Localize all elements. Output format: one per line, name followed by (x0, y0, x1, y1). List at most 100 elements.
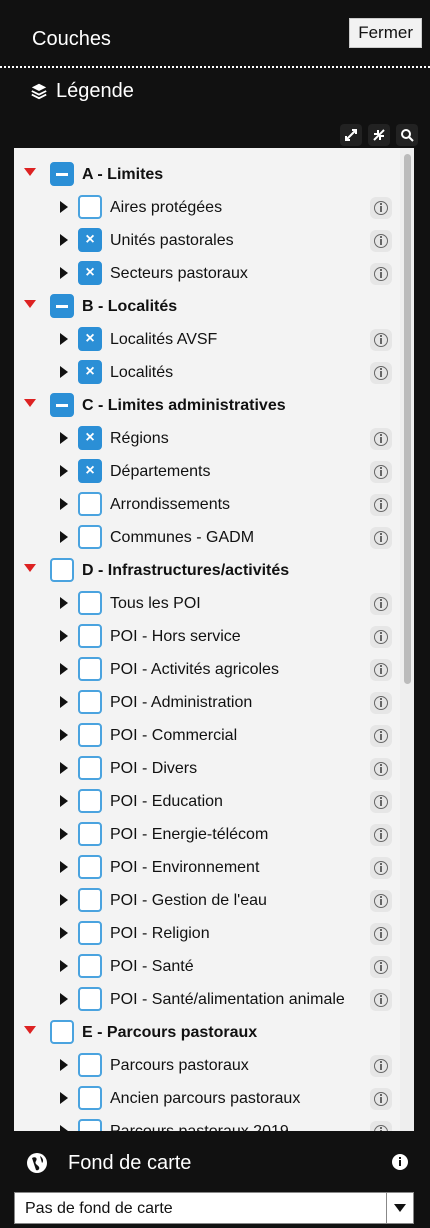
info-button[interactable] (370, 989, 392, 1011)
caret-open-icon[interactable] (24, 168, 36, 176)
caret-closed-icon[interactable] (60, 861, 68, 873)
info-button[interactable] (370, 923, 392, 945)
layer-row[interactable]: Arrondissements (14, 490, 400, 520)
layer-checkbox[interactable] (78, 987, 102, 1011)
info-button[interactable] (370, 428, 392, 450)
caret-closed-icon[interactable] (60, 1125, 68, 1131)
info-button[interactable] (370, 1055, 392, 1077)
chevron-down-icon[interactable] (386, 1193, 413, 1223)
layer-row[interactable]: POI - Education (14, 787, 400, 817)
group-checkbox[interactable] (50, 558, 74, 582)
layer-checkbox[interactable] (78, 789, 102, 813)
info-button[interactable] (370, 758, 392, 780)
layer-checkbox[interactable] (78, 492, 102, 516)
basemap-info-icon[interactable] (392, 1154, 408, 1170)
layer-row[interactable]: Communes - GADM (14, 523, 400, 553)
layer-checkbox[interactable]: × (78, 426, 102, 450)
layer-row[interactable]: Ancien parcours pastoraux (14, 1084, 400, 1114)
info-button[interactable] (370, 593, 392, 615)
caret-closed-icon[interactable] (60, 663, 68, 675)
group-checkbox[interactable] (50, 294, 74, 318)
layer-row[interactable]: Aires protégées (14, 193, 400, 223)
info-button[interactable] (370, 890, 392, 912)
caret-closed-icon[interactable] (60, 729, 68, 741)
caret-closed-icon[interactable] (60, 762, 68, 774)
caret-closed-icon[interactable] (60, 1092, 68, 1104)
layer-checkbox[interactable] (78, 756, 102, 780)
layer-checkbox[interactable] (78, 1053, 102, 1077)
caret-closed-icon[interactable] (60, 993, 68, 1005)
caret-open-icon[interactable] (24, 300, 36, 308)
info-button[interactable] (370, 956, 392, 978)
caret-closed-icon[interactable] (60, 498, 68, 510)
layer-checkbox[interactable]: × (78, 261, 102, 285)
layer-row[interactable]: × Unités pastorales (14, 226, 400, 256)
layer-checkbox[interactable] (78, 723, 102, 747)
info-button[interactable] (370, 626, 392, 648)
caret-closed-icon[interactable] (60, 630, 68, 642)
layer-row[interactable]: POI - Activités agricoles (14, 655, 400, 685)
layer-checkbox[interactable] (78, 195, 102, 219)
layer-checkbox[interactable] (78, 624, 102, 648)
layer-row[interactable]: POI - Santé (14, 952, 400, 982)
info-button[interactable] (370, 494, 392, 516)
layer-row[interactable]: × Localités AVSF (14, 325, 400, 355)
info-button[interactable] (370, 692, 392, 714)
group-checkbox[interactable] (50, 162, 74, 186)
group-a[interactable]: A - Limites (14, 160, 400, 190)
layer-checkbox[interactable] (78, 822, 102, 846)
zoom-button[interactable] (396, 124, 418, 146)
layer-row[interactable]: Parcours pastoraux 2019 (14, 1117, 400, 1131)
group-e[interactable]: E - Parcours pastoraux (14, 1018, 400, 1048)
layer-row[interactable]: Tous les POI (14, 589, 400, 619)
info-button[interactable] (370, 362, 392, 384)
layer-row[interactable]: POI - Gestion de l'eau (14, 886, 400, 916)
layer-checkbox[interactable] (78, 657, 102, 681)
info-button[interactable] (370, 791, 392, 813)
info-button[interactable] (370, 1121, 392, 1131)
layer-checkbox[interactable] (78, 690, 102, 714)
scrollbar-thumb[interactable] (404, 154, 411, 684)
caret-closed-icon[interactable] (60, 927, 68, 939)
caret-closed-icon[interactable] (60, 531, 68, 543)
info-button[interactable] (370, 725, 392, 747)
info-button[interactable] (370, 857, 392, 879)
info-button[interactable] (370, 824, 392, 846)
info-button[interactable] (370, 263, 392, 285)
group-d[interactable]: D - Infrastructures/activités (14, 556, 400, 586)
info-button[interactable] (370, 1088, 392, 1110)
layer-checkbox[interactable]: × (78, 327, 102, 351)
group-b[interactable]: B - Localités (14, 292, 400, 322)
caret-closed-icon[interactable] (60, 795, 68, 807)
caret-closed-icon[interactable] (60, 960, 68, 972)
info-button[interactable] (370, 461, 392, 483)
close-button[interactable]: Fermer (349, 18, 422, 48)
caret-closed-icon[interactable] (60, 696, 68, 708)
caret-closed-icon[interactable] (60, 597, 68, 609)
info-button[interactable] (370, 329, 392, 351)
group-checkbox[interactable] (50, 1020, 74, 1044)
caret-closed-icon[interactable] (60, 1059, 68, 1071)
layer-row[interactable]: POI - Administration (14, 688, 400, 718)
layer-row[interactable]: POI - Commercial (14, 721, 400, 751)
legend-bar[interactable]: Légende (0, 70, 430, 120)
layer-checkbox[interactable] (78, 888, 102, 912)
layer-row[interactable]: POI - Energie-télécom (14, 820, 400, 850)
group-checkbox[interactable] (50, 393, 74, 417)
layer-row[interactable]: × Localités (14, 358, 400, 388)
caret-closed-icon[interactable] (60, 201, 68, 213)
info-button[interactable] (370, 659, 392, 681)
collapse-all-button[interactable] (368, 124, 390, 146)
caret-closed-icon[interactable] (60, 366, 68, 378)
expand-all-button[interactable] (340, 124, 362, 146)
caret-open-icon[interactable] (24, 1026, 36, 1034)
layer-checkbox[interactable] (78, 591, 102, 615)
layer-checkbox[interactable] (78, 525, 102, 549)
caret-closed-icon[interactable] (60, 267, 68, 279)
caret-open-icon[interactable] (24, 564, 36, 572)
layer-checkbox[interactable] (78, 1119, 102, 1131)
group-c[interactable]: C - Limites administratives (14, 391, 400, 421)
info-button[interactable] (370, 527, 392, 549)
caret-closed-icon[interactable] (60, 465, 68, 477)
layer-row[interactable]: × Régions (14, 424, 400, 454)
